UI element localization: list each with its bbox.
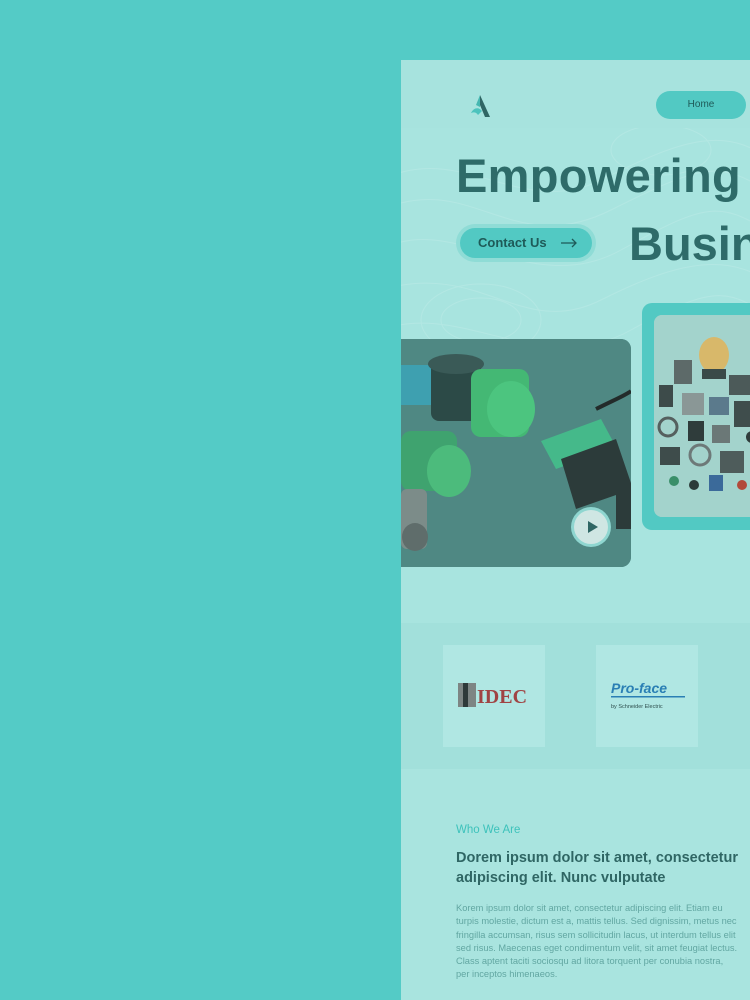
play-icon [588, 521, 598, 533]
brand-card-proface[interactable]: Pro-face by Schneider Electric [596, 645, 698, 747]
idec-logo-text: IDEC [477, 686, 527, 708]
brand-logos-section: IDEC Pro-face by Schneider Electric [401, 623, 750, 769]
components-illustration [654, 315, 750, 517]
hero-heading-line2: Busin [629, 217, 750, 270]
proface-logo: Pro-face by Schneider Electric [611, 680, 685, 710]
hero-image-components-frame [642, 303, 750, 530]
site-header: Home [401, 60, 750, 128]
idec-logo: IDEC [458, 683, 527, 708]
hero-heading-line1: Empowering [456, 149, 742, 202]
proface-logo-subtext: by Schneider Electric [611, 704, 663, 710]
arrow-right-icon [561, 238, 577, 248]
brand-card-idec[interactable]: IDEC [443, 645, 545, 747]
video-play-button[interactable] [574, 510, 608, 544]
logo-mark-icon[interactable] [468, 93, 494, 119]
section-body-text: Korem ipsum dolor sit amet, consectetur … [456, 903, 738, 980]
section-title: Dorem ipsum dolor sit amet, consectetur … [456, 850, 739, 886]
who-we-are-section: Who We Are Dorem ipsum dolor sit amet, c… [401, 769, 750, 1000]
contact-us-label: Contact Us [478, 235, 547, 250]
proface-logo-text: Pro-face [611, 680, 667, 696]
nav-home-link[interactable]: Home [656, 91, 746, 119]
hero-image-components [654, 315, 750, 517]
hero-image-sensors [401, 339, 631, 567]
contact-us-button[interactable]: Contact Us [460, 228, 592, 258]
section-eyebrow: Who We Are [456, 824, 521, 836]
landing-page: Home Empowering Contact Us Busin IDEC Pr… [401, 60, 750, 1000]
